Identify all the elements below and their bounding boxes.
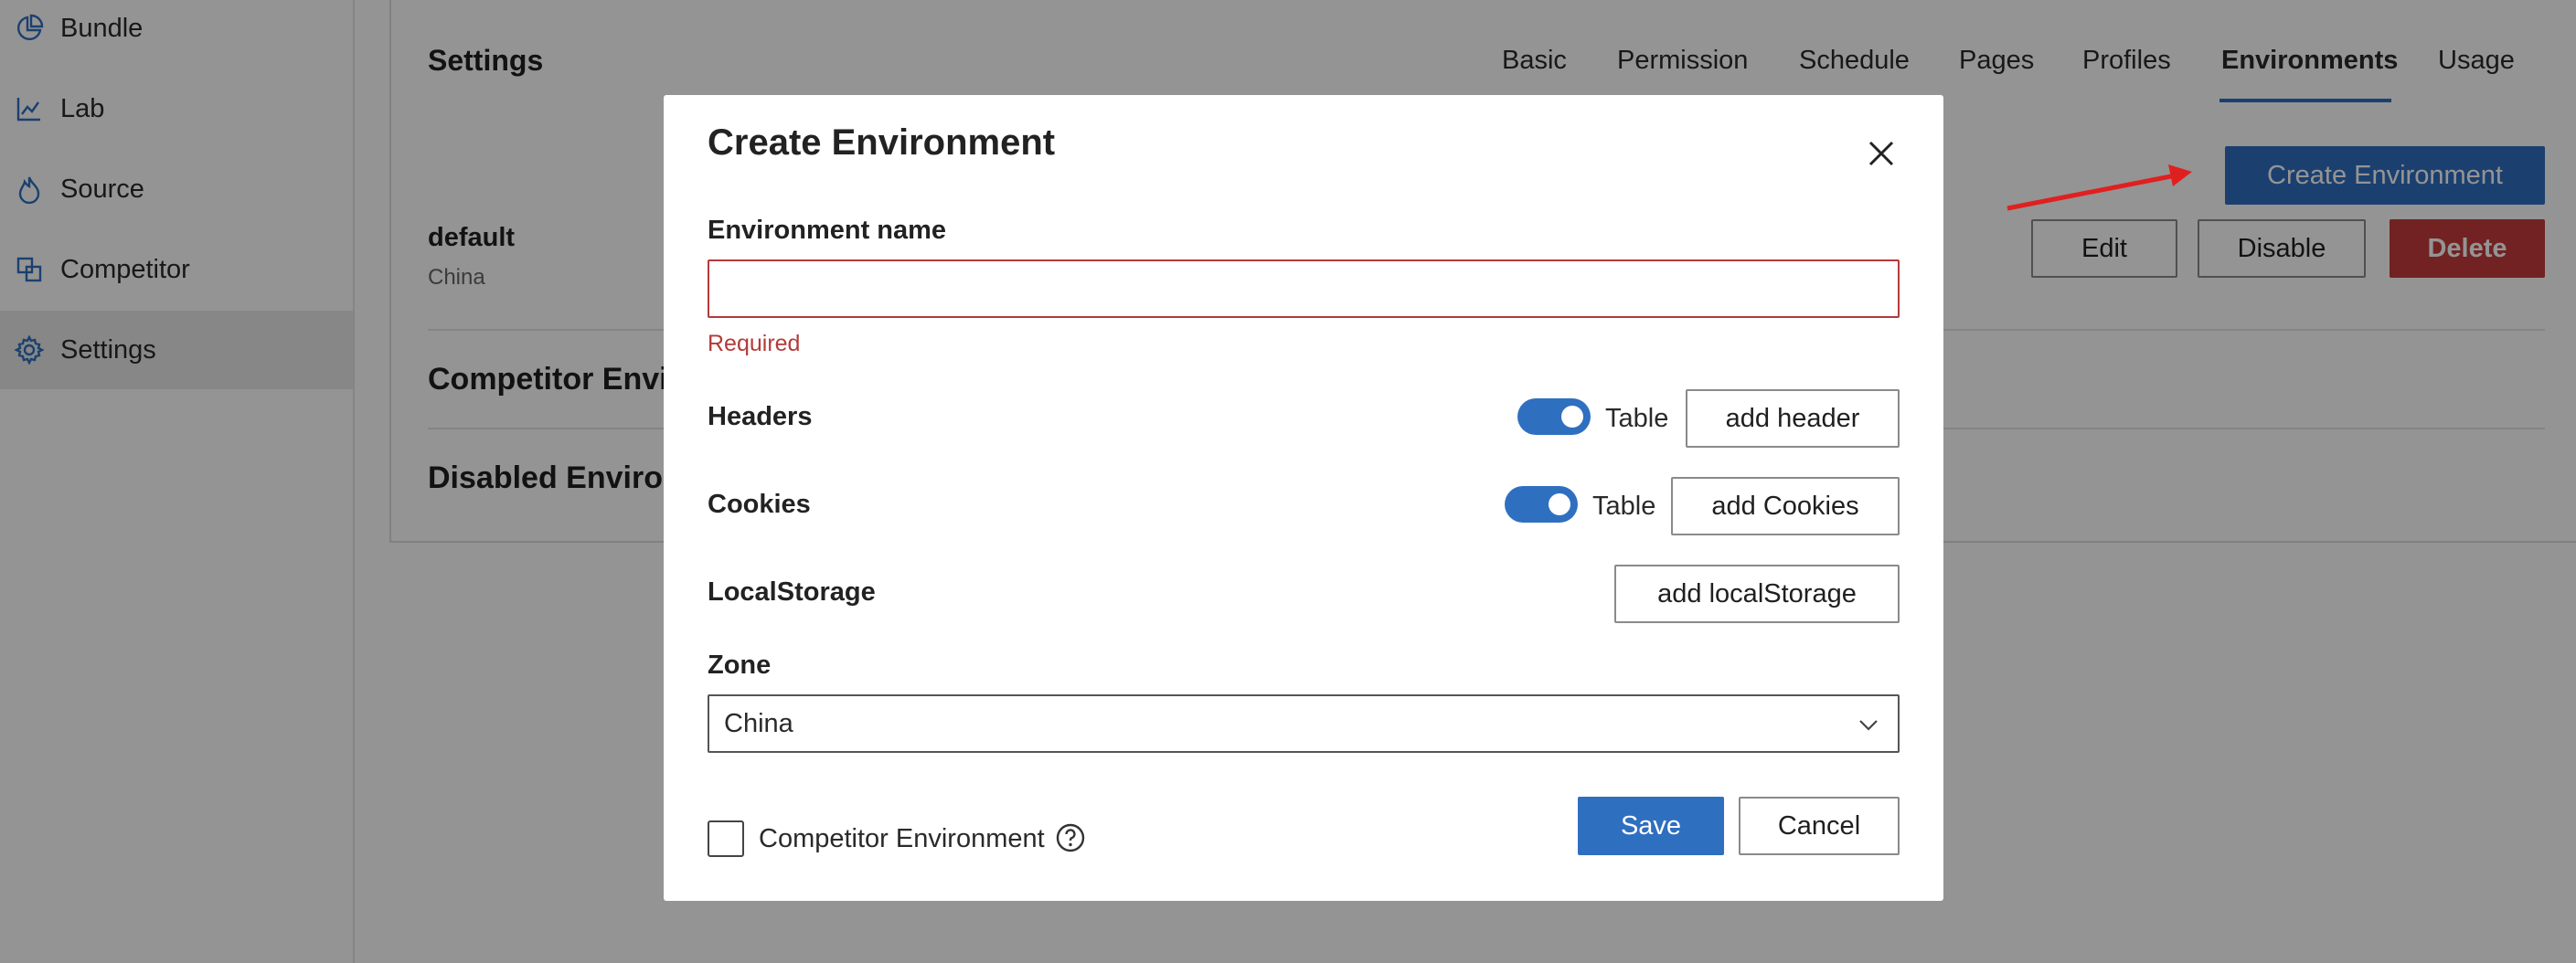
headers-label: Headers: [708, 402, 813, 431]
add-cookies-button[interactable]: add Cookies: [1671, 477, 1900, 535]
help-icon[interactable]: [1055, 822, 1086, 853]
zone-select[interactable]: China: [708, 694, 1900, 753]
competitor-environment-checkbox[interactable]: [708, 820, 744, 857]
cookies-table-toggle[interactable]: [1505, 486, 1578, 523]
localstorage-label: LocalStorage: [708, 577, 876, 607]
close-icon[interactable]: [1863, 135, 1900, 172]
cancel-button[interactable]: Cancel: [1739, 797, 1900, 855]
cookies-toggle-label: Table: [1592, 492, 1656, 521]
save-button[interactable]: Save: [1578, 797, 1724, 855]
zone-label: Zone: [708, 651, 772, 680]
headers-toggle-label: Table: [1605, 404, 1669, 433]
environment-name-input[interactable]: [708, 259, 1900, 318]
headers-table-toggle[interactable]: [1517, 398, 1591, 435]
cookies-label: Cookies: [708, 490, 811, 519]
add-header-button[interactable]: add header: [1686, 389, 1900, 448]
dialog-title: Create Environment: [708, 122, 1056, 163]
add-localstorage-button[interactable]: add localStorage: [1614, 565, 1900, 623]
chevron-down-icon: [1859, 720, 1878, 731]
create-environment-dialog: Create Environment Environment name Requ…: [664, 95, 1943, 901]
environment-name-label: Environment name: [708, 216, 947, 245]
required-error-text: Required: [708, 331, 801, 356]
competitor-environment-label: Competitor Environment: [759, 824, 1045, 853]
zone-select-value: China: [724, 708, 793, 738]
